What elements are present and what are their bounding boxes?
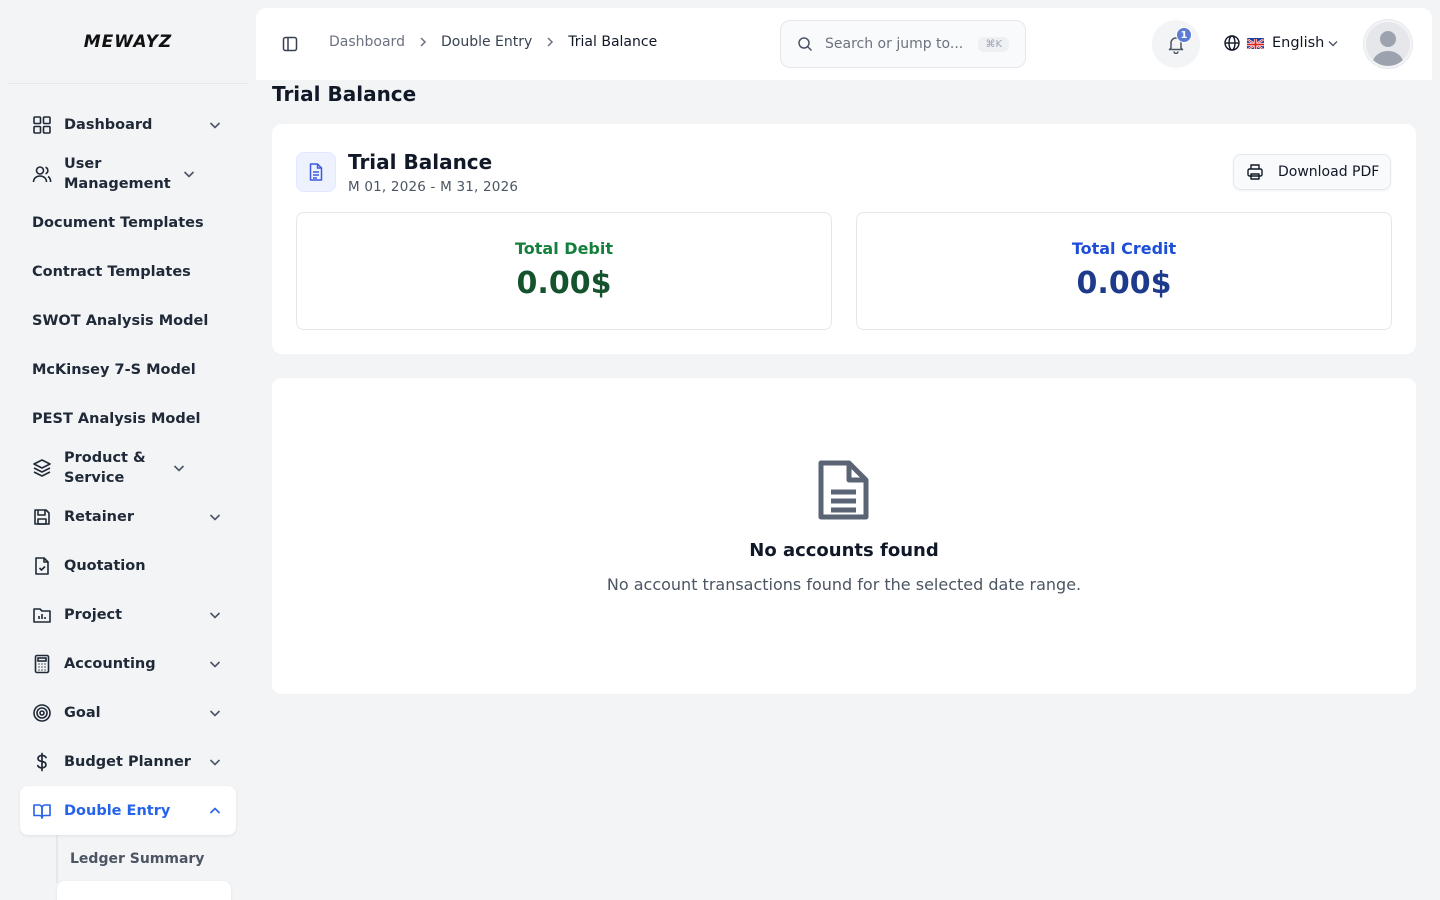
globe-icon	[1223, 34, 1241, 52]
chevron-down-icon	[208, 657, 222, 671]
document-icon	[814, 458, 874, 522]
chevron-down-icon	[208, 510, 222, 524]
sidebar-item-contract-templates[interactable]: Contract Templates	[20, 247, 236, 296]
logo-text: MEWAYZ	[83, 31, 173, 52]
breadcrumb-item-double-entry[interactable]: Double Entry	[441, 34, 532, 50]
total-credit-value: 0.00$	[1076, 266, 1172, 301]
sidebar-item-label: Accounting	[64, 655, 156, 672]
chevron-right-icon	[544, 36, 556, 48]
sidebar-item-label: SWOT Analysis Model	[32, 312, 209, 329]
sidebar-item-label: Product & Service	[64, 449, 146, 486]
empty-description: No account transactions found for the se…	[606, 575, 1082, 594]
chevron-down-icon	[182, 167, 196, 181]
chevron-down-icon	[208, 608, 222, 622]
sidebar-item-project[interactable]: Project	[20, 590, 236, 639]
main-panel: Dashboard Double Entry Trial Balance Sea…	[256, 8, 1432, 892]
sidebar: MEWAYZ Dashboard User Management Documen…	[0, 0, 256, 900]
breadcrumb: Dashboard Double Entry Trial Balance	[329, 34, 657, 50]
printer-icon	[1246, 163, 1264, 181]
logo[interactable]: MEWAYZ	[8, 0, 248, 84]
download-pdf-label: Download PDF	[1278, 164, 1380, 180]
language-selector[interactable]: English	[1223, 34, 1339, 52]
total-debit-box: Total Debit 0.00$	[296, 212, 832, 330]
sidebar-item-label: User Management	[64, 155, 171, 192]
sidebar-item-label: McKinsey 7-S Model	[32, 361, 196, 378]
layers-icon	[32, 458, 52, 478]
sidebar-item-dashboard[interactable]: Dashboard	[20, 100, 236, 149]
sidebar-item-label: Contract Templates	[32, 263, 191, 280]
user-placeholder-icon	[1372, 31, 1404, 66]
search-placeholder: Search or jump to...	[825, 36, 964, 52]
dollar-icon	[32, 752, 52, 772]
total-credit-label: Total Credit	[1071, 239, 1177, 258]
chevron-down-icon	[172, 461, 186, 475]
sidebar-item-label: PEST Analysis Model	[32, 410, 201, 427]
chevron-up-icon	[208, 804, 222, 818]
document-icon	[296, 152, 336, 192]
book-open-icon	[32, 801, 52, 821]
search-shortcut: ⌘K	[978, 36, 1009, 52]
sidebar-item-mckinsey-7s[interactable]: McKinsey 7-S Model	[20, 345, 236, 394]
chevron-down-icon	[208, 118, 222, 132]
total-credit-box: Total Credit 0.00$	[856, 212, 1392, 330]
total-debit-label: Total Debit	[515, 239, 613, 258]
sidebar-item-double-entry[interactable]: Double Entry	[20, 786, 236, 835]
download-pdf-button[interactable]: Download PDF	[1233, 154, 1391, 190]
sidebar-item-label: Quotation	[64, 557, 146, 574]
sidebar-item-swot-analysis[interactable]: SWOT Analysis Model	[20, 296, 236, 345]
file-check-icon	[32, 556, 52, 576]
sidebar-toggle-icon[interactable]	[282, 36, 298, 52]
sidebar-item-label: Document Templates	[32, 214, 204, 231]
notification-badge: 1	[1176, 27, 1192, 43]
page-title: Trial Balance	[272, 82, 417, 106]
search-input[interactable]: Search or jump to... ⌘K	[780, 20, 1026, 68]
language-label: English	[1272, 35, 1325, 51]
save-icon	[32, 507, 52, 527]
notifications-button[interactable]: 1	[1152, 20, 1200, 68]
chevron-down-icon	[208, 755, 222, 769]
sidebar-item-accounting[interactable]: Accounting	[20, 639, 236, 688]
sidebar-nav: Dashboard User Management Document Templ…	[0, 84, 256, 900]
folder-chart-icon	[32, 605, 52, 625]
calculator-icon	[32, 654, 52, 674]
sidebar-item-goal[interactable]: Goal	[20, 688, 236, 737]
sidebar-item-label: Double Entry	[64, 802, 171, 819]
sidebar-item-label: Goal	[64, 704, 101, 721]
grid-icon	[32, 115, 52, 135]
date-range: M 01, 2026 - M 31, 2026	[348, 179, 519, 195]
sidebar-subitem-label: Ledger Summary	[70, 851, 205, 867]
sidebar-item-product-service[interactable]: Product & Service	[20, 443, 236, 492]
sidebar-subitem-active[interactable]	[57, 881, 231, 900]
sidebar-item-quotation[interactable]: Quotation	[20, 541, 236, 590]
trial-balance-card: Trial Balance M 01, 2026 - M 31, 2026 Do…	[272, 124, 1416, 354]
card-title: Trial Balance	[348, 150, 493, 174]
breadcrumb-item-current: Trial Balance	[568, 34, 658, 50]
search-icon	[797, 36, 813, 52]
chevron-right-icon	[417, 36, 429, 48]
chevron-down-icon	[208, 706, 222, 720]
sidebar-item-label: Budget Planner	[64, 753, 191, 770]
chevron-down-icon	[1327, 37, 1339, 49]
sidebar-item-document-templates[interactable]: Document Templates	[20, 198, 236, 247]
empty-state: No accounts found No account transaction…	[272, 378, 1416, 694]
sidebar-item-pest-analysis[interactable]: PEST Analysis Model	[20, 394, 236, 443]
empty-title: No accounts found	[749, 540, 939, 561]
sidebar-subitem-ledger-summary[interactable]: Ledger Summary	[56, 835, 236, 883]
uk-flag-icon	[1247, 37, 1264, 49]
target-icon	[32, 703, 52, 723]
breadcrumb-item-dashboard[interactable]: Dashboard	[329, 34, 405, 50]
sidebar-item-label: Project	[64, 606, 123, 623]
topbar: Dashboard Double Entry Trial Balance Sea…	[256, 8, 1432, 80]
sidebar-item-label: Dashboard	[64, 116, 153, 133]
sidebar-item-budget-planner[interactable]: Budget Planner	[20, 737, 236, 786]
sidebar-item-user-management[interactable]: User Management	[20, 149, 236, 198]
total-debit-value: 0.00$	[516, 266, 612, 301]
users-icon	[32, 164, 52, 184]
sidebar-item-retainer[interactable]: Retainer	[20, 492, 236, 541]
avatar[interactable]	[1364, 20, 1412, 68]
sidebar-item-label: Retainer	[64, 508, 134, 525]
